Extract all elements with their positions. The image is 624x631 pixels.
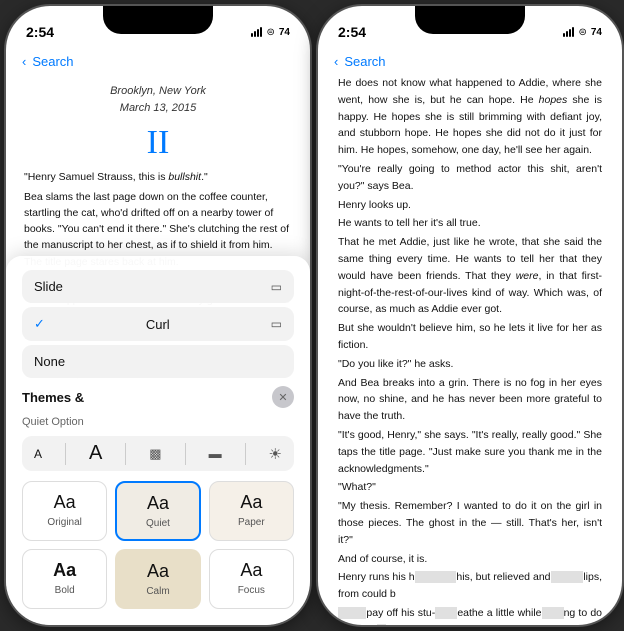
theme-focus[interactable]: Aa Focus [209,549,294,609]
signal-icon-right [563,27,574,37]
time-right: 2:54 [338,24,366,40]
divider-1 [65,443,66,465]
curl-check: ✓ [34,316,45,332]
overlay-panel: Slide ▭ ✓ Curl ▭ None Themes & ✕ [6,256,310,625]
theme-original-aa: Aa [54,492,76,513]
rp-13: pay off his stu- eathe a little while ng… [338,605,602,625]
book-location-line2: March 13, 2015 [24,100,292,117]
wifi-icon: ⊜ [266,27,274,38]
none-label: None [34,354,65,369]
divider-4 [245,443,246,465]
curl-label: Curl [146,317,170,332]
theme-quiet-aa: Aa [147,493,169,514]
right-phone: 2:54 ⊜ 74 ‹ Search H [318,6,622,625]
book-para-0: "Henry Samuel Strauss, this is bullshit.… [24,169,292,185]
wifi-icon-right: ⊜ [578,27,586,38]
chapter-number: II [6,124,310,161]
rp-5: But she wouldn't believe him, so he lets… [338,320,602,354]
theme-quiet[interactable]: Aa Quiet [115,481,200,541]
rp-11: And of course, it is. [338,551,602,568]
font-type-icon[interactable]: ▩ [149,446,161,462]
theme-calm-aa: Aa [147,561,169,582]
app-container: 2:54 ⊜ 74 ‹ Search B [0,0,624,631]
theme-paper[interactable]: Aa Paper [209,481,294,541]
themes-title: Themes & [22,390,84,405]
rp-0: He does not know what happened to Addie,… [338,75,602,159]
theme-paper-label: Paper [238,517,265,528]
notch-right [415,6,525,34]
notch [103,6,213,34]
theme-focus-aa: Aa [240,560,262,581]
transition-options: Slide ▭ ✓ Curl ▭ None [22,270,294,378]
slide-label: Slide [34,279,63,294]
left-phone: 2:54 ⊜ 74 ‹ Search B [6,6,310,625]
font-controls: A A ▩ ▬ ☀ [22,436,294,471]
battery-left: 74 [279,27,290,38]
theme-bold[interactable]: Aa Bold [22,549,107,609]
book-location-line1: Brooklyn, New York [24,83,292,100]
battery-right: 74 [591,27,602,38]
curl-option[interactable]: ✓ Curl ▭ [22,307,294,341]
rp-6: "Do you like it?" he asks. [338,356,602,373]
rp-12: Henry runs his h his, but relieved and l… [338,569,602,603]
slide-icon: ▭ [271,280,282,294]
font-large-a[interactable]: A [89,442,102,465]
slide-option[interactable]: Slide ▭ [22,270,294,303]
rp-7: And Bea breaks into a grin. There is no … [338,375,602,425]
theme-original-label: Original [47,517,81,528]
signal-icon [251,27,262,37]
theme-quiet-label: Quiet [146,518,170,529]
divider-2 [125,443,126,465]
rp-1: "You're really going to method actor thi… [338,161,602,195]
theme-calm-label: Calm [146,586,169,597]
theme-paper-aa: Aa [240,492,262,513]
rp-10: "My thesis. Remember? I wanted to do it … [338,498,602,548]
rp-8: "It's good, Henry," she says. "It's real… [338,427,602,477]
theme-bold-label: Bold [55,585,75,596]
search-label-left[interactable]: Search [32,54,73,69]
theme-original[interactable]: Aa Original [22,481,107,541]
back-chevron-right[interactable]: ‹ [334,54,338,69]
status-icons-left: ⊜ 74 [251,27,290,38]
brightness-icon[interactable]: ☀ [269,445,282,463]
quiet-option-label: Quiet Option [22,416,294,428]
theme-calm[interactable]: Aa Calm [115,549,200,609]
search-bar-left[interactable]: ‹ Search [6,50,310,75]
book-header: Brooklyn, New York March 13, 2015 [6,75,310,122]
rp-3: He wants to tell her it's all true. [338,215,602,232]
none-option[interactable]: None [22,345,294,378]
divider-3 [185,443,186,465]
time-left: 2:54 [26,24,54,40]
search-bar-right[interactable]: ‹ Search [318,50,622,75]
font-small-a[interactable]: A [34,447,42,461]
font-aa-icon[interactable]: ▬ [209,446,222,461]
status-icons-right: ⊜ 74 [563,27,602,38]
theme-bold-aa: Aa [53,560,76,581]
book-text-right: He does not know what happened to Addie,… [318,75,622,625]
close-button[interactable]: ✕ [272,386,294,408]
theme-grid: Aa Original Aa Quiet Aa Paper Aa Bold [22,481,294,609]
curl-icon: ▭ [271,317,282,331]
rp-9: "What?" [338,479,602,496]
search-label-right[interactable]: Search [344,54,385,69]
theme-focus-label: Focus [238,585,265,596]
themes-header: Themes & ✕ [22,386,294,408]
rp-2: Henry looks up. [338,197,602,214]
back-chevron-left[interactable]: ‹ [22,54,26,69]
rp-4: That he met Addie, just like he wrote, t… [338,234,602,318]
